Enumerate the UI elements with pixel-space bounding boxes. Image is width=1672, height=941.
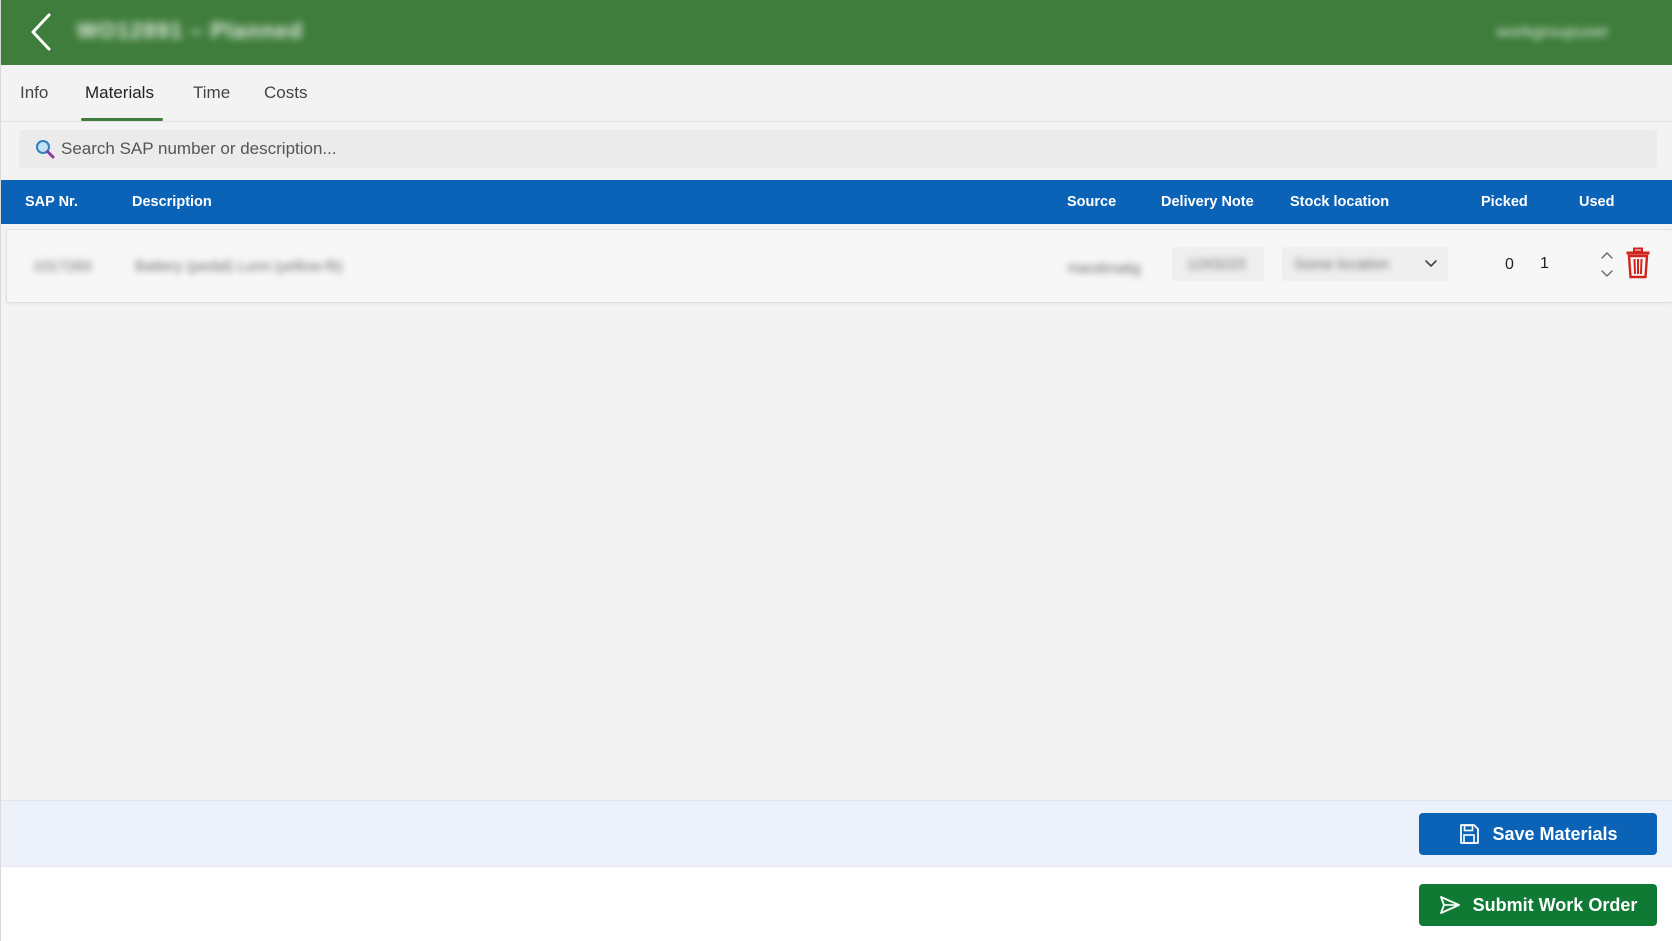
header-user-label: workgroupuser bbox=[1496, 22, 1609, 41]
column-header-used: Used bbox=[1579, 194, 1615, 210]
save-materials-bar: Save Materials bbox=[1, 800, 1672, 866]
table-row: 1017283 Battery (pedal) Lumi (yellow-fit… bbox=[6, 229, 1672, 303]
column-header-stock-location: Stock location bbox=[1290, 194, 1390, 210]
description-cell: Battery (pedal) Lumi (yellow-fit) bbox=[135, 258, 343, 275]
back-button[interactable] bbox=[23, 10, 59, 54]
delivery-note-value: 1243223 bbox=[1187, 256, 1246, 273]
active-tab-indicator bbox=[81, 118, 163, 121]
quantity-stepper-icon[interactable] bbox=[1600, 250, 1614, 280]
search-input[interactable] bbox=[61, 130, 1641, 168]
work-order-title: WO12891 – Planned bbox=[77, 18, 304, 43]
tab-costs[interactable]: Costs bbox=[264, 65, 307, 121]
tab-bar: Info Materials Time Costs bbox=[1, 65, 1672, 122]
source-cell: Handmatig bbox=[1068, 260, 1141, 277]
column-header-delivery-note: Delivery Note bbox=[1161, 194, 1254, 210]
delete-row-icon[interactable] bbox=[1625, 247, 1651, 279]
delivery-note-field[interactable]: 1243223 bbox=[1172, 247, 1264, 281]
column-header-source: Source bbox=[1067, 194, 1117, 210]
used-value: 1 bbox=[1540, 255, 1549, 272]
app-window: WO12891 – Planned workgroupuser Info Mat… bbox=[0, 0, 1672, 941]
stock-location-value: Some location bbox=[1294, 256, 1390, 273]
submit-work-order-bar: Submit Work Order bbox=[1, 866, 1672, 941]
save-icon bbox=[1460, 824, 1480, 844]
stock-location-select[interactable]: Some location bbox=[1282, 247, 1448, 281]
picked-value: 0 bbox=[1505, 256, 1514, 273]
tab-time[interactable]: Time bbox=[193, 65, 230, 121]
submit-work-order-button[interactable]: Submit Work Order bbox=[1419, 884, 1657, 926]
send-icon bbox=[1439, 896, 1460, 914]
column-header-picked: Picked bbox=[1481, 194, 1528, 210]
column-header-sap-nr: SAP Nr. bbox=[25, 194, 78, 210]
save-materials-label: Save Materials bbox=[1492, 823, 1618, 844]
save-materials-button[interactable]: Save Materials bbox=[1419, 813, 1657, 855]
used-quantity-input[interactable]: 1 bbox=[1530, 246, 1598, 282]
submit-work-order-label: Submit Work Order bbox=[1472, 894, 1638, 915]
tab-info[interactable]: Info bbox=[20, 65, 48, 121]
sap-nr-cell: 1017283 bbox=[33, 258, 92, 275]
app-header: WO12891 – Planned workgroupuser bbox=[1, 0, 1672, 65]
search-icon bbox=[36, 140, 55, 159]
materials-table-header: SAP Nr. Description Source Delivery Note… bbox=[1, 180, 1672, 224]
search-bar bbox=[19, 130, 1657, 168]
column-header-description: Description bbox=[132, 194, 212, 210]
chevron-left-icon bbox=[31, 13, 51, 51]
tab-materials[interactable]: Materials bbox=[85, 65, 154, 121]
chevron-down-icon bbox=[1425, 260, 1437, 267]
